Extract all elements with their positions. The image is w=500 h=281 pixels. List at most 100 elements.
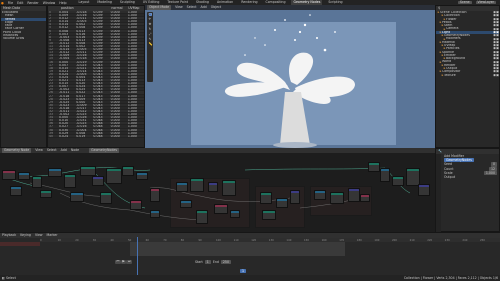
node[interactable] — [10, 186, 22, 196]
node[interactable] — [150, 210, 160, 218]
node-header[interactable] — [81, 167, 95, 169]
node-header[interactable] — [349, 189, 359, 191]
node[interactable] — [314, 190, 326, 200]
playhead[interactable] — [137, 237, 138, 276]
node-header[interactable] — [419, 185, 429, 187]
property-value[interactable]: 0 — [490, 162, 497, 167]
node[interactable] — [290, 190, 300, 204]
node[interactable] — [122, 166, 134, 176]
node-header[interactable] — [369, 163, 379, 165]
node[interactable] — [330, 192, 344, 204]
node[interactable] — [392, 176, 404, 186]
node-header[interactable] — [223, 181, 235, 183]
node[interactable] — [176, 182, 188, 192]
node[interactable] — [222, 180, 236, 196]
timeline[interactable]: Playback Keying View Marker 0 10 20 30 40 50 60 70… — [0, 232, 500, 276]
node[interactable] — [136, 172, 148, 180]
node[interactable] — [276, 198, 288, 208]
node-header[interactable] — [191, 179, 203, 181]
node[interactable] — [48, 168, 62, 177]
node-header[interactable] — [3, 171, 15, 173]
node-header[interactable] — [315, 191, 325, 193]
node-header[interactable] — [181, 201, 191, 203]
node-header[interactable] — [123, 167, 133, 169]
node-header[interactable] — [209, 183, 217, 185]
node[interactable] — [100, 192, 112, 204]
menu-render[interactable]: Render — [27, 1, 38, 5]
node-header[interactable] — [41, 191, 51, 193]
jump-start-button[interactable]: ⏮ — [115, 259, 121, 264]
outliner-filter-icon[interactable]: ⚲ — [438, 6, 440, 10]
node-editor[interactable]: Geometry Node View Select Add Node GeometryNo… — [0, 148, 435, 232]
node[interactable] — [230, 210, 240, 218]
scene-selector[interactable]: Scene — [457, 0, 472, 5]
current-frame-field[interactable]: 1 — [240, 269, 247, 273]
data-tree-item[interactable]: Volume Grids — [1, 37, 46, 40]
node-header[interactable] — [361, 195, 369, 197]
node[interactable] — [32, 176, 42, 188]
node-header[interactable] — [107, 169, 121, 171]
outliner-item[interactable]: ▸ Texture ◉ ▣ — [436, 74, 499, 77]
property-value[interactable]: 1.000 — [483, 170, 497, 175]
node-header[interactable] — [393, 177, 403, 179]
node[interactable] — [92, 176, 104, 186]
node-header[interactable] — [407, 169, 419, 171]
node-header[interactable] — [151, 189, 159, 191]
node[interactable] — [40, 190, 52, 198]
node[interactable] — [260, 192, 272, 204]
node[interactable] — [80, 166, 96, 176]
end-frame-field[interactable]: 250 — [220, 260, 231, 264]
node-header[interactable] — [197, 211, 207, 213]
node[interactable] — [214, 204, 228, 214]
start-frame-field[interactable]: 1 — [204, 260, 211, 264]
node-header[interactable] — [263, 211, 275, 213]
node[interactable] — [368, 162, 380, 172]
render-camera-icon[interactable]: ▣ — [496, 74, 499, 77]
node-header[interactable] — [137, 173, 147, 175]
node[interactable] — [106, 168, 122, 184]
node-header[interactable] — [101, 193, 111, 195]
node-header[interactable] — [231, 211, 239, 213]
node-header[interactable] — [131, 201, 141, 203]
node[interactable] — [2, 170, 16, 180]
menu-file[interactable]: File — [8, 1, 13, 5]
menu-edit[interactable]: Edit — [17, 1, 23, 5]
node-header[interactable] — [177, 183, 187, 185]
node-header[interactable] — [381, 169, 389, 171]
node-header[interactable] — [11, 187, 21, 189]
node[interactable] — [180, 200, 192, 208]
node-header[interactable] — [215, 205, 227, 207]
node[interactable] — [196, 210, 208, 224]
timeline-tracks[interactable]: ⏮ ▶ ⏭ Start 1 End 250 1 — [0, 237, 500, 276]
node-header[interactable] — [291, 191, 299, 193]
node-header[interactable] — [261, 193, 271, 195]
node[interactable] — [64, 174, 76, 188]
node[interactable] — [348, 188, 360, 202]
blender-logo-icon[interactable]: ● — [1, 1, 4, 5]
node[interactable] — [150, 188, 160, 202]
node-header[interactable] — [71, 193, 83, 195]
node-header[interactable] — [19, 173, 29, 175]
node-header[interactable] — [65, 175, 75, 177]
node[interactable] — [70, 192, 84, 202]
node-header[interactable] — [49, 169, 61, 171]
menu-window[interactable]: Window — [43, 1, 56, 5]
node-header[interactable] — [151, 211, 159, 213]
node[interactable] — [262, 210, 276, 220]
node[interactable] — [208, 182, 218, 192]
modifier-wrench-icon[interactable]: 🔧 — [438, 149, 442, 153]
node-header[interactable] — [93, 177, 103, 179]
node[interactable] — [130, 200, 142, 210]
node[interactable] — [18, 172, 30, 180]
jump-end-button[interactable]: ⏭ — [126, 259, 133, 264]
node-header[interactable] — [331, 193, 343, 195]
node-header[interactable] — [277, 199, 287, 201]
timeline-menu-playback[interactable]: Playback — [2, 233, 16, 238]
node[interactable] — [418, 184, 430, 196]
node[interactable] — [380, 168, 390, 182]
3d-viewport[interactable]: Object Mode View Select Add Object ▢ ✛ ✥ ↻ ⤢… — [145, 5, 435, 148]
view-layer-selector[interactable]: ViewLayer — [475, 0, 496, 5]
node[interactable] — [360, 194, 370, 202]
node-header[interactable] — [33, 177, 41, 179]
menu-help[interactable]: Help — [59, 1, 66, 5]
